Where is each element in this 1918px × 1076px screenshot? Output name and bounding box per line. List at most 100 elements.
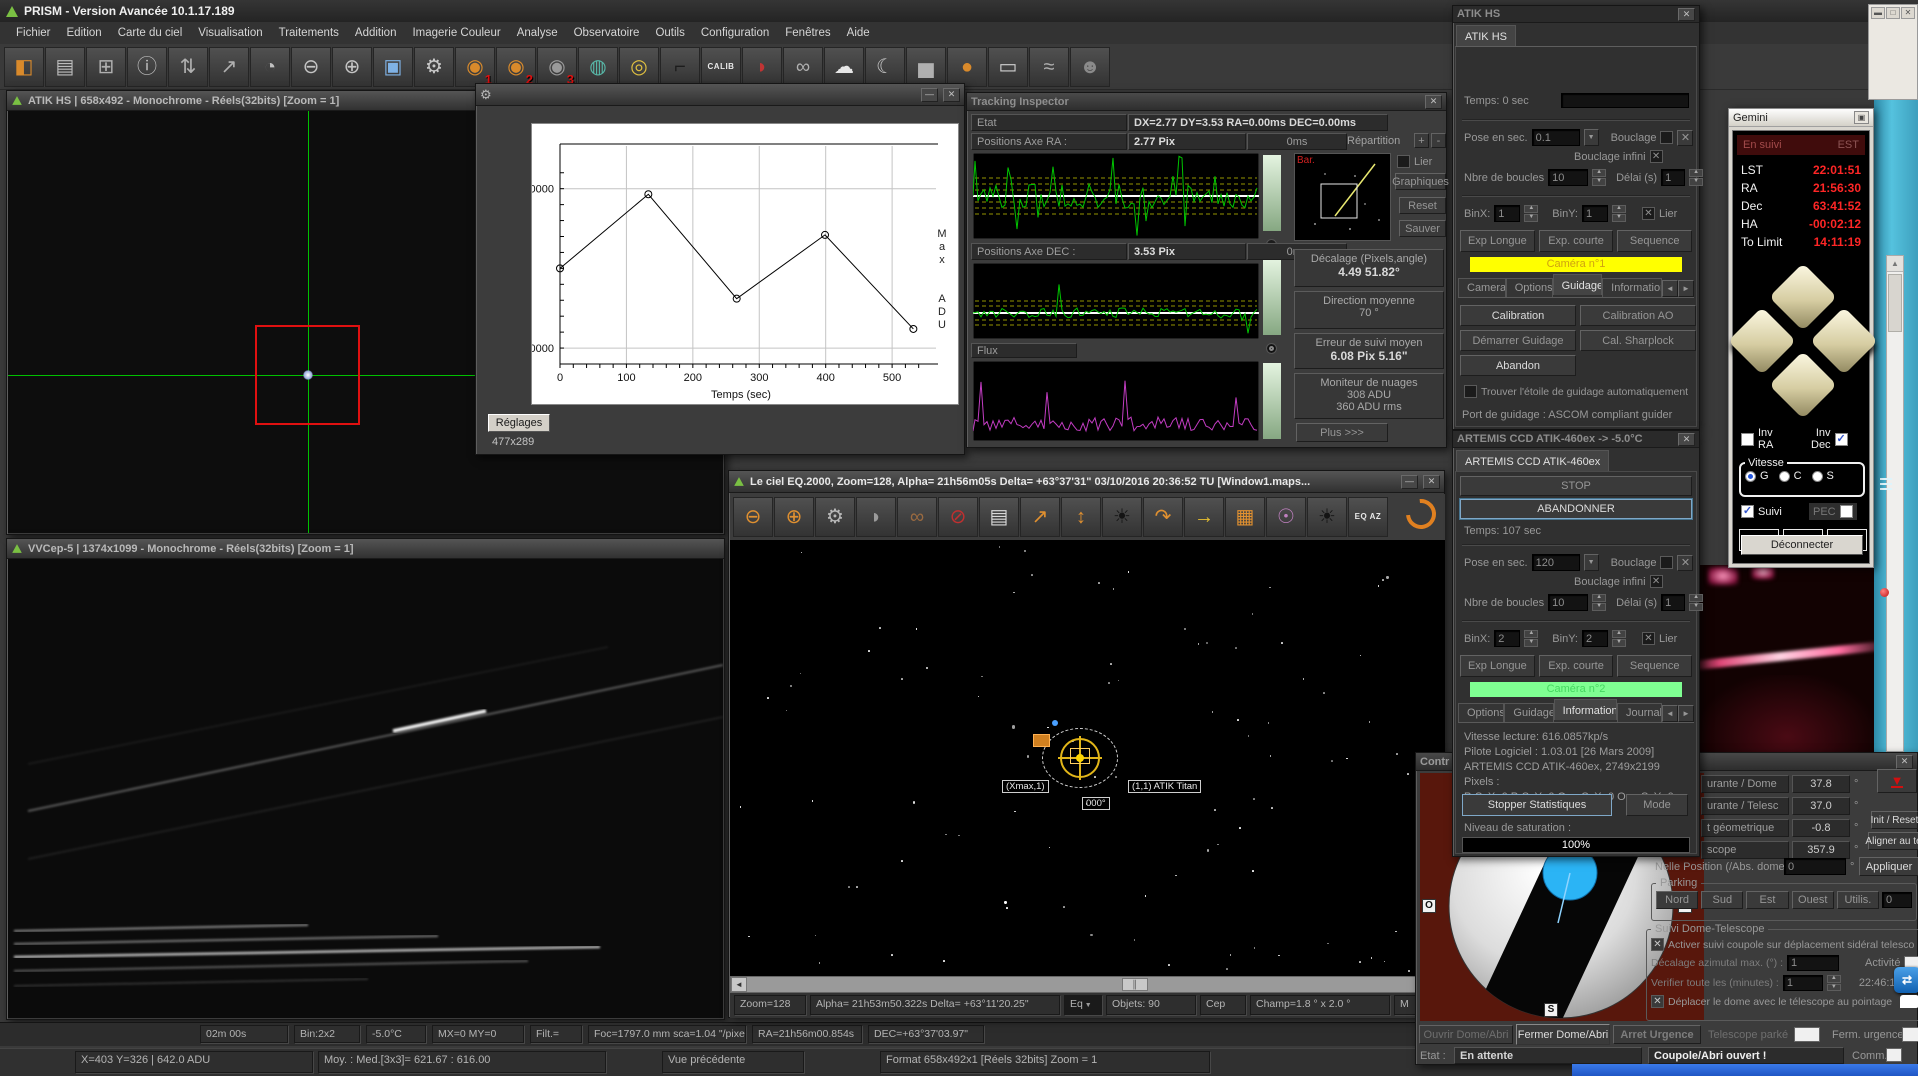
inv-ra-checkbox[interactable]	[1741, 433, 1754, 446]
pose-input[interactable]: 120	[1532, 554, 1580, 571]
close-icon[interactable]: ✕	[1678, 433, 1695, 446]
info-icon[interactable]: ⓘ	[127, 47, 167, 87]
bouclage-x-button[interactable]: ✕	[1677, 130, 1693, 146]
tracking-titlebar[interactable]: Tracking Inspector ✕	[967, 93, 1446, 111]
menu-imagerie-couleur[interactable]: Imagerie Couleur	[404, 24, 508, 42]
camera-3-icon[interactable]: ◉3	[537, 47, 577, 87]
preview-icon[interactable]: ▣	[373, 47, 413, 87]
menu-fichier[interactable]: Fichier	[8, 24, 59, 42]
artemis-tabs-right-icon[interactable]: ►	[1678, 705, 1694, 722]
scroll-left-icon[interactable]: ◄	[731, 977, 747, 992]
hook-icon[interactable]: ⌐	[660, 47, 700, 87]
moon-icon[interactable]: ☾	[865, 47, 905, 87]
artemis-tab[interactable]: ARTEMIS CCD ATIK-460ex	[1456, 450, 1609, 471]
boucles-stepper[interactable]: ▲▼	[1592, 594, 1606, 611]
sky-expand-icon[interactable]: ↗	[1020, 497, 1060, 537]
lier-checkbox[interactable]	[1397, 155, 1410, 168]
deplacer-checkbox[interactable]: ✕	[1651, 995, 1664, 1008]
skymap-hscrollbar[interactable]: ◄ ║ ►	[730, 976, 1445, 993]
artemis-tabs-left-icon[interactable]: ◄	[1662, 705, 1678, 722]
bouclage-infini-checkbox[interactable]: ✕	[1650, 575, 1663, 588]
atik-tabs-right-icon[interactable]: ►	[1678, 280, 1694, 297]
chart-titlebar[interactable]: ⚙ — ✕	[476, 84, 964, 106]
minimize-icon[interactable]: ▬	[1871, 7, 1885, 19]
biny-stepper[interactable]: ▲▼	[1612, 205, 1626, 222]
pose-input[interactable]: 0.1	[1532, 129, 1580, 146]
abandon-button[interactable]: Abandon	[1460, 355, 1576, 376]
suivi-coupole-checkbox[interactable]: ✕	[1651, 938, 1664, 951]
deconnecter-button[interactable]: Déconnecter	[1741, 535, 1863, 555]
stop-button[interactable]: STOP	[1460, 476, 1692, 496]
delai-input[interactable]: 1	[1661, 169, 1685, 186]
boucles-input[interactable]: 10	[1548, 594, 1588, 611]
bouclage-x-button[interactable]: ✕	[1677, 555, 1693, 571]
close-icon[interactable]: ✕	[1423, 475, 1440, 489]
menu-configuration[interactable]: Configuration	[693, 24, 777, 42]
east-button[interactable]	[1810, 307, 1878, 375]
sequence-button[interactable]: Sequence	[1617, 655, 1692, 677]
atik-tab-information[interactable]: Information	[1602, 278, 1662, 297]
sky-zoom-in-icon[interactable]: ⊕	[774, 497, 814, 537]
close-icon[interactable]: ✕	[1678, 8, 1695, 21]
binx-input[interactable]: 1	[1494, 205, 1520, 222]
sky-dome-icon[interactable]: ◗	[856, 497, 896, 537]
artemis-titlebar[interactable]: ARTEMIS CCD ATIK-460ex -> -5.0°C ✕	[1453, 431, 1699, 448]
radio-icon[interactable]	[1779, 471, 1790, 482]
atik-panel-titlebar[interactable]: ATIK HS ✕	[1453, 6, 1699, 23]
profile-icon[interactable]: ↗	[209, 47, 249, 87]
parking-ouest-button[interactable]: Ouest	[1792, 891, 1834, 909]
north-button[interactable]	[1769, 263, 1837, 331]
artemis-tab-options[interactable]: Options	[1458, 703, 1504, 722]
sky-zoom-out-icon[interactable]: ⊖	[733, 497, 773, 537]
verifier-input[interactable]: 1	[1783, 975, 1823, 991]
vvcep-titlebar[interactable]: VVCep-5 | 1374x1099 - Monochrome - Réels…	[7, 539, 724, 559]
skymap-canvas[interactable]: (Xmax,1) (1,1) ATIK Titan 000°	[730, 540, 1445, 976]
close-icon[interactable]: ✕	[1901, 7, 1915, 19]
exp-courte-button[interactable]: Exp. courte	[1539, 655, 1614, 677]
ellipse-icon[interactable]: ◔	[250, 47, 290, 87]
maximize-icon[interactable]: □	[1886, 7, 1900, 19]
binx-input[interactable]: 2	[1494, 630, 1520, 647]
flip-vertical-icon[interactable]: ⇅	[168, 47, 208, 87]
minimize-icon[interactable]: —	[1401, 475, 1418, 489]
parking-sud-button[interactable]: Sud	[1701, 891, 1743, 909]
sky-hide-icon[interactable]: ⊘	[938, 497, 978, 537]
atik-tabs-left-icon[interactable]: ◄	[1662, 280, 1678, 297]
zoom-out-icon[interactable]: ⊖	[291, 47, 331, 87]
decalage-azimutal-input[interactable]: 1	[1787, 955, 1839, 971]
bin-lier-checkbox[interactable]: ✕	[1642, 632, 1655, 645]
sky-gear-icon[interactable]: ⚙	[815, 497, 855, 537]
skymap-titlebar[interactable]: Le ciel EQ.2000, Zoom=128, Alpha= 21h56m…	[729, 471, 1444, 493]
west-button[interactable]	[1728, 307, 1796, 375]
arret-urgence-button[interactable]: Arret Urgence	[1613, 1025, 1701, 1044]
sky-print-icon[interactable]: ▤	[979, 497, 1019, 537]
gemini-titlebar[interactable]: Gemini ▣	[1729, 109, 1873, 127]
artemis-tab-journal[interactable]: Journal	[1617, 703, 1662, 722]
abandonner-button[interactable]: ABANDONNER	[1460, 499, 1692, 519]
bouclage-checkbox[interactable]	[1660, 556, 1673, 569]
menu-traitements[interactable]: Traitements	[271, 24, 347, 42]
histogram-icon[interactable]: ▅	[906, 47, 946, 87]
dome-red-icon[interactable]: ◗	[742, 47, 782, 87]
speed-radio-g[interactable]: G	[1745, 470, 1769, 482]
background-scrollbar[interactable]: ▲	[1886, 255, 1904, 752]
delai-stepper[interactable]: ▲▼	[1689, 169, 1703, 186]
ouvrir-dome-button[interactable]: Ouvrir Dome/Abri	[1419, 1025, 1513, 1044]
goto-azimuth-button[interactable]: ▼	[1877, 769, 1917, 793]
exp-longue-button[interactable]: Exp Longue	[1460, 230, 1535, 252]
exp-longue-button[interactable]: Exp Longue	[1460, 655, 1535, 677]
observer-icon[interactable]: ☻	[1070, 47, 1110, 87]
chevron-down-icon[interactable]: ▼	[1083, 1002, 1092, 1009]
menu-addition[interactable]: Addition	[347, 24, 405, 42]
boucles-input[interactable]: 10	[1548, 169, 1588, 186]
planet-icon[interactable]: ●	[947, 47, 987, 87]
windows-taskbar[interactable]	[1572, 1064, 1918, 1076]
camera-1-icon[interactable]: ◉1	[455, 47, 495, 87]
parking-value-input[interactable]: 0	[1882, 892, 1912, 908]
open-image-icon[interactable]: ◧	[4, 47, 44, 87]
bin-lier-checkbox[interactable]: ✕	[1642, 207, 1655, 220]
trouver-checkbox[interactable]	[1464, 385, 1477, 398]
init-reset-button[interactable]: Init / Reset	[1871, 811, 1918, 829]
menu-edition[interactable]: Edition	[59, 24, 110, 42]
gears-icon[interactable]: ⚙	[414, 47, 454, 87]
